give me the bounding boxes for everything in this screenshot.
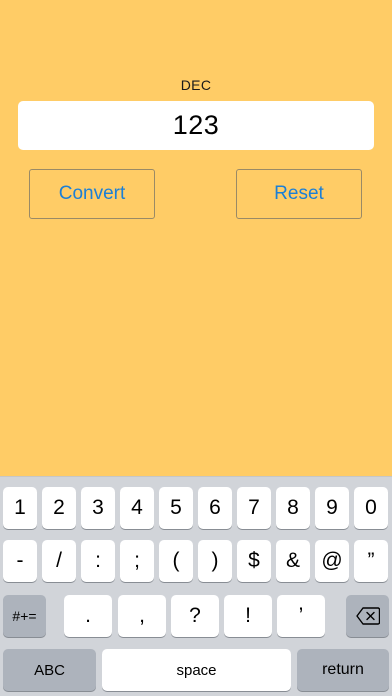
return-key[interactable]: return [297, 649, 389, 691]
key-1[interactable]: 1 [3, 487, 37, 529]
key-close-paren[interactable]: ) [198, 540, 232, 582]
key-9[interactable]: 9 [315, 487, 349, 529]
backspace-key[interactable] [346, 595, 389, 637]
number-input[interactable]: 123 [18, 101, 374, 150]
key-exclamation[interactable]: ! [224, 595, 272, 637]
key-at[interactable]: @ [315, 540, 349, 582]
key-6[interactable]: 6 [198, 487, 232, 529]
key-3[interactable]: 3 [81, 487, 115, 529]
key-apostrophe[interactable]: ’ [277, 595, 325, 637]
key-0[interactable]: 0 [354, 487, 388, 529]
key-comma[interactable]: , [118, 595, 166, 637]
keyboard: 1 2 3 4 5 6 7 8 9 0 - / : ; ( ) $ & @ ” … [0, 476, 392, 696]
key-question[interactable]: ? [171, 595, 219, 637]
key-semicolon[interactable]: ; [120, 540, 154, 582]
key-5[interactable]: 5 [159, 487, 193, 529]
abc-key[interactable]: ABC [3, 649, 96, 691]
field-label: DEC [180, 77, 212, 93]
key-period[interactable]: . [64, 595, 112, 637]
reset-button[interactable]: Reset [236, 169, 362, 219]
key-open-paren[interactable]: ( [159, 540, 193, 582]
key-quote[interactable]: ” [354, 540, 388, 582]
key-colon[interactable]: : [81, 540, 115, 582]
convert-button[interactable]: Convert [29, 169, 155, 219]
key-dollar[interactable]: $ [237, 540, 271, 582]
more-symbols-key[interactable]: #+= [3, 595, 46, 637]
key-slash[interactable]: / [42, 540, 76, 582]
space-key[interactable]: space [102, 649, 291, 691]
key-7[interactable]: 7 [237, 487, 271, 529]
key-8[interactable]: 8 [276, 487, 310, 529]
key-2[interactable]: 2 [42, 487, 76, 529]
key-hyphen[interactable]: - [3, 540, 37, 582]
backspace-icon [355, 607, 380, 625]
key-4[interactable]: 4 [120, 487, 154, 529]
key-ampersand[interactable]: & [276, 540, 310, 582]
